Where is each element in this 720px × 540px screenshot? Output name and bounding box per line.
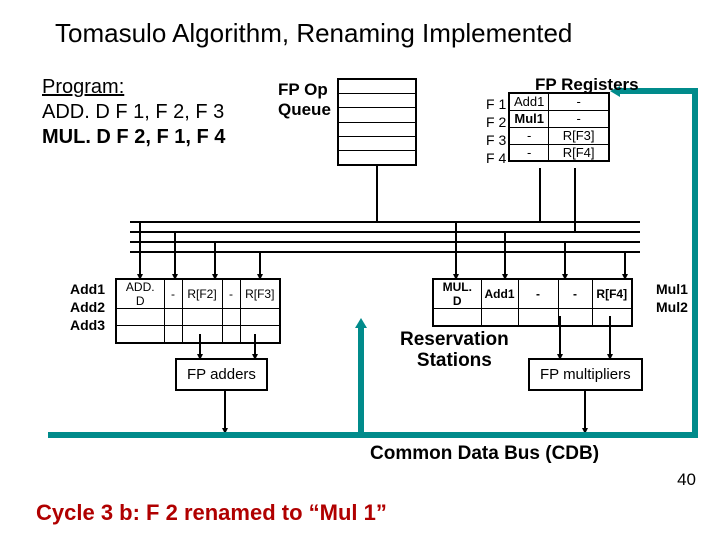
table-row: -R[F3] — [509, 127, 609, 144]
op-queue-label: FP Op Queue — [278, 80, 331, 120]
fp-register-labels: F 1 F 2 F 3 F 4 — [486, 95, 506, 167]
program-line-1: ADD. D F 1, F 2, F 3 — [42, 100, 225, 125]
table-row: Mul1- — [509, 110, 609, 127]
table-row — [116, 326, 280, 343]
mul-reservation-stations: MUL. D Add1 - - R[F4] — [432, 278, 633, 327]
table-row — [433, 309, 632, 326]
table-row: ADD. D - R[F2] - R[F3] — [116, 279, 280, 309]
program-line-2: MUL. D F 2, F 1, F 4 — [42, 125, 225, 150]
cdb-label: Common Data Bus (CDB) — [370, 443, 599, 465]
mul-rs-labels: Mul1 Mul2 — [656, 280, 688, 316]
cycle-caption: Cycle 3 b: F 2 renamed to “Mul 1” — [36, 500, 387, 526]
add-rs-labels: Add1 Add2 Add3 — [70, 280, 105, 334]
fp-registers-table: Add1- Mul1- -R[F3] -R[F4] — [508, 92, 610, 162]
table-row: Add1- — [509, 93, 609, 110]
fp-adders-unit: FP adders — [175, 358, 268, 391]
op-queue — [337, 78, 417, 166]
table-row — [116, 309, 280, 326]
add-reservation-stations: ADD. D - R[F2] - R[F3] — [115, 278, 281, 344]
program-listing: Program: ADD. D F 1, F 2, F 3 MUL. D F 2… — [42, 75, 225, 150]
table-row: MUL. D Add1 - - R[F4] — [433, 279, 632, 309]
table-row: -R[F4] — [509, 144, 609, 161]
page-number: 40 — [677, 470, 696, 490]
page-title: Tomasulo Algorithm, Renaming Implemented — [55, 18, 572, 49]
reservation-stations-label: Reservation Stations — [400, 330, 509, 372]
program-heading: Program: — [42, 75, 225, 100]
fp-multipliers-unit: FP multipliers — [528, 358, 643, 391]
